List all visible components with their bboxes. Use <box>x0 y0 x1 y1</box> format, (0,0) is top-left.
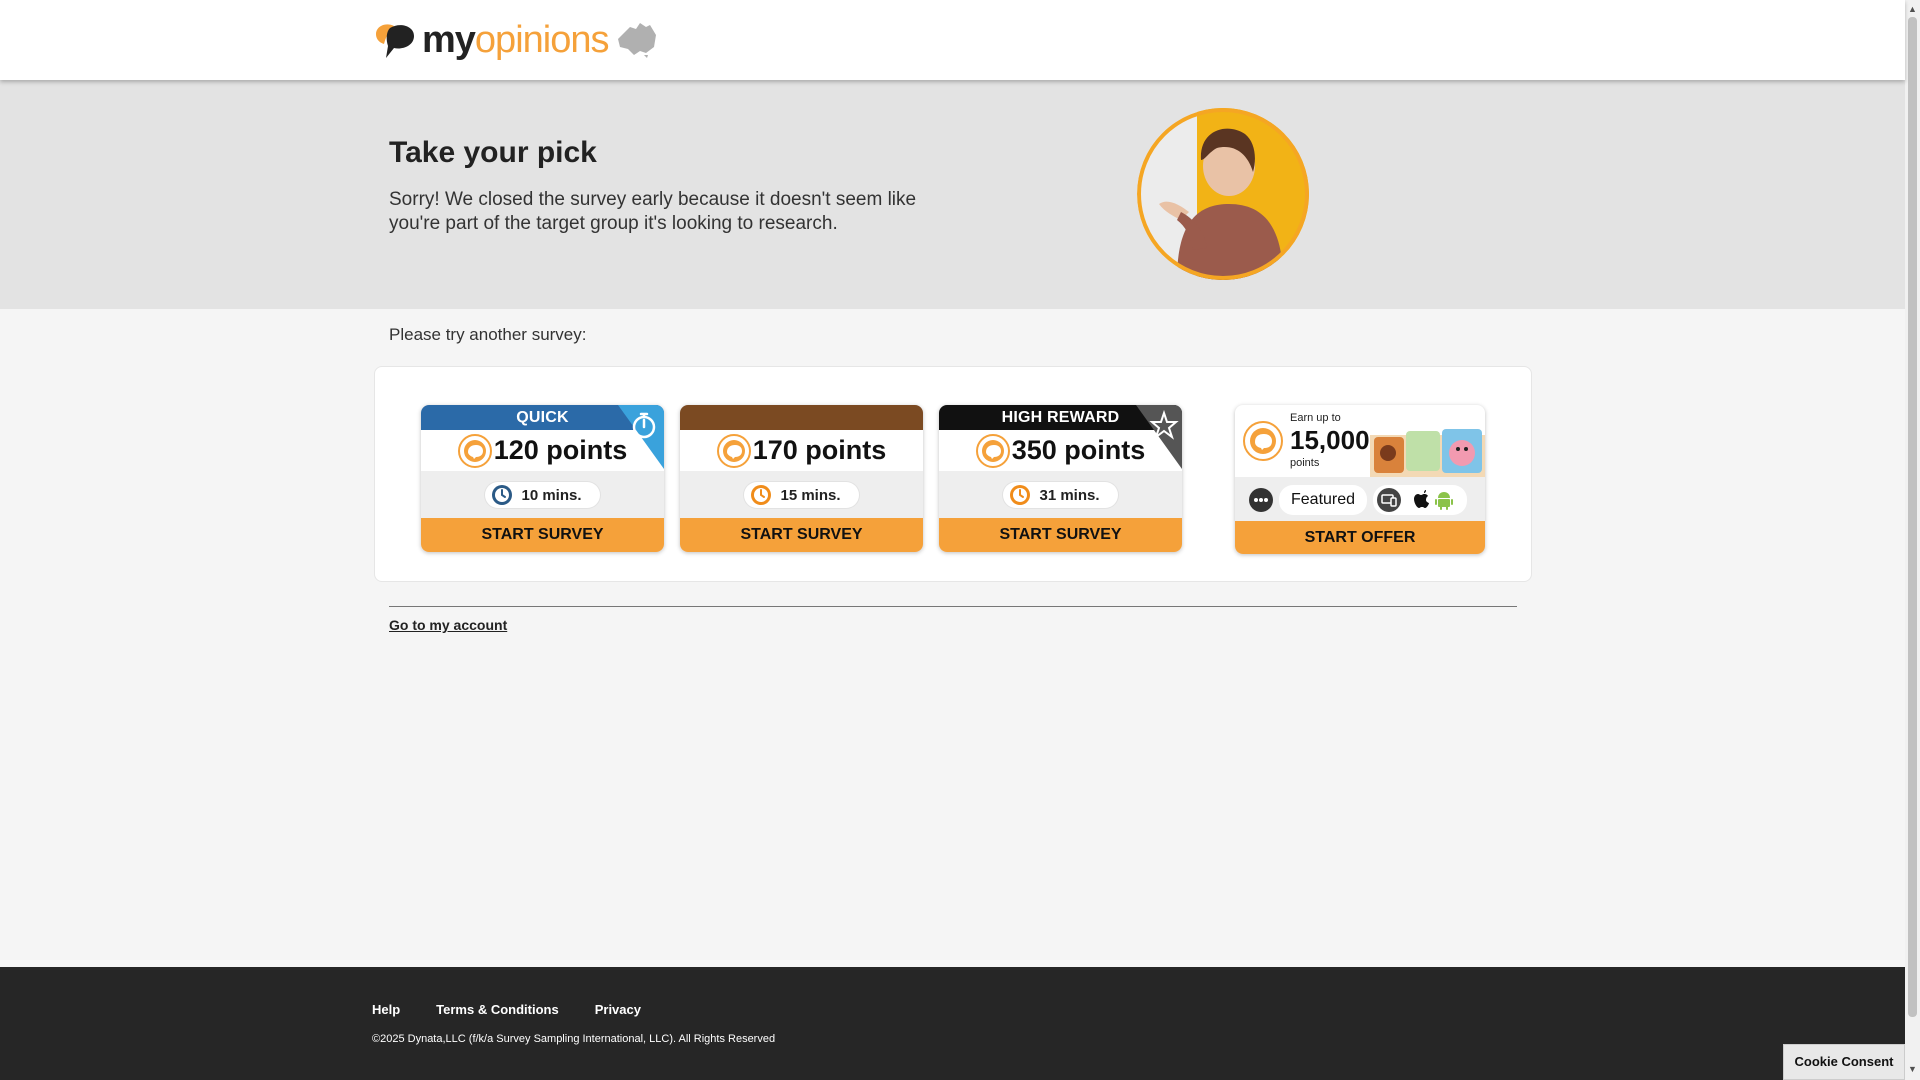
offer-summary: Earn up to 15,000 points <box>1235 405 1485 477</box>
start-survey-button[interactable]: START SURVEY <box>939 518 1182 552</box>
survey-panel: QUICK 120 points 10 mins. START SURVEY 1… <box>374 366 1532 582</box>
survey-duration: 31 mins. <box>1039 486 1100 504</box>
piggy-coin-icon <box>457 433 492 468</box>
featured-tag: Featured <box>1279 484 1368 515</box>
start-offer-button[interactable]: START OFFER <box>1235 521 1485 554</box>
survey-points: 170 points <box>680 430 923 471</box>
copyright-text: ©2025 Dynata,LLC (f/k/a Survey Sampling … <box>372 1033 776 1045</box>
survey-duration-row: 31 mins. <box>939 471 1182 519</box>
offer-amount: 15,000 <box>1290 425 1370 455</box>
stopwatch-icon <box>618 405 664 469</box>
scroll-up-arrow-icon[interactable]: ▲ <box>1908 4 1917 14</box>
piggy-coin-icon <box>716 433 751 468</box>
survey-duration-row: 10 mins. <box>421 471 664 519</box>
survey-duration-row: 15 mins. <box>680 471 923 519</box>
offer-card[interactable]: Earn up to 15,000 points Featured START … <box>1235 405 1485 554</box>
survey-card-standard[interactable]: 170 points 15 mins. START SURVEY <box>680 405 923 552</box>
woman-pointing-avatar <box>1137 108 1309 280</box>
offer-unit: points <box>1290 457 1320 469</box>
divider <box>389 606 1517 607</box>
vertical-scrollbar[interactable]: ▲ ▼ <box>1905 0 1920 1080</box>
footer-link-terms[interactable]: Terms & Conditions <box>436 1002 559 1017</box>
apple-icon <box>1414 489 1430 508</box>
clock-icon <box>751 485 772 505</box>
page: myopinions Take your pick Sorry! We clos… <box>0 0 1905 1080</box>
survey-duration: 10 mins. <box>521 486 582 504</box>
piggy-coin-icon <box>975 433 1010 468</box>
device-icon <box>1377 487 1402 512</box>
logo-leaf-icon <box>376 24 414 58</box>
clock-icon <box>492 485 513 505</box>
offer-details-row: Featured <box>1235 477 1485 522</box>
page-title: Take your pick <box>389 136 597 169</box>
start-survey-button[interactable]: START SURVEY <box>680 518 923 552</box>
header-bar: myopinions <box>0 0 1905 80</box>
footer: Help Terms & Conditions Privacy ©2025 Dy… <box>0 967 1905 1080</box>
offer-game-artwork <box>1370 429 1485 477</box>
start-survey-button[interactable]: START SURVEY <box>421 518 664 552</box>
hero-banner: Take your pick Sorry! We closed the surv… <box>0 80 1905 309</box>
survey-duration: 15 mins. <box>780 486 841 504</box>
survey-card-quick[interactable]: QUICK 120 points 10 mins. START SURVEY <box>421 405 664 552</box>
myopinions-logo[interactable]: myopinions <box>372 18 658 62</box>
footer-link-privacy[interactable]: Privacy <box>595 1002 641 1017</box>
more-dots-icon <box>1249 487 1273 512</box>
platform-badges <box>1373 484 1468 515</box>
cookie-consent-button[interactable]: Cookie Consent <box>1783 1044 1905 1080</box>
australia-map-icon <box>618 23 657 58</box>
piggy-coin-icon <box>1243 421 1283 461</box>
closed-survey-message: Sorry! We closed the survey early becaus… <box>389 189 917 234</box>
go-to-account-link[interactable]: Go to my account <box>389 617 507 633</box>
try-another-survey-label: Please try another survey: <box>389 325 587 344</box>
star-icon <box>1136 405 1182 469</box>
footer-link-help[interactable]: Help <box>372 1002 400 1017</box>
offer-earn-label: Earn up to <box>1290 412 1341 424</box>
logo-wordmark: myopinions <box>422 19 609 61</box>
survey-card-high-reward[interactable]: HIGH REWARD 350 points 31 mins. START SU… <box>939 405 1182 552</box>
footer-links: Help Terms & Conditions Privacy <box>372 1002 641 1017</box>
scrollbar-thumb[interactable] <box>1908 17 1917 1017</box>
scroll-down-arrow-icon[interactable]: ▼ <box>1908 1064 1917 1074</box>
android-icon <box>1435 491 1454 510</box>
survey-badge <box>680 405 923 430</box>
clock-icon <box>1010 485 1031 505</box>
